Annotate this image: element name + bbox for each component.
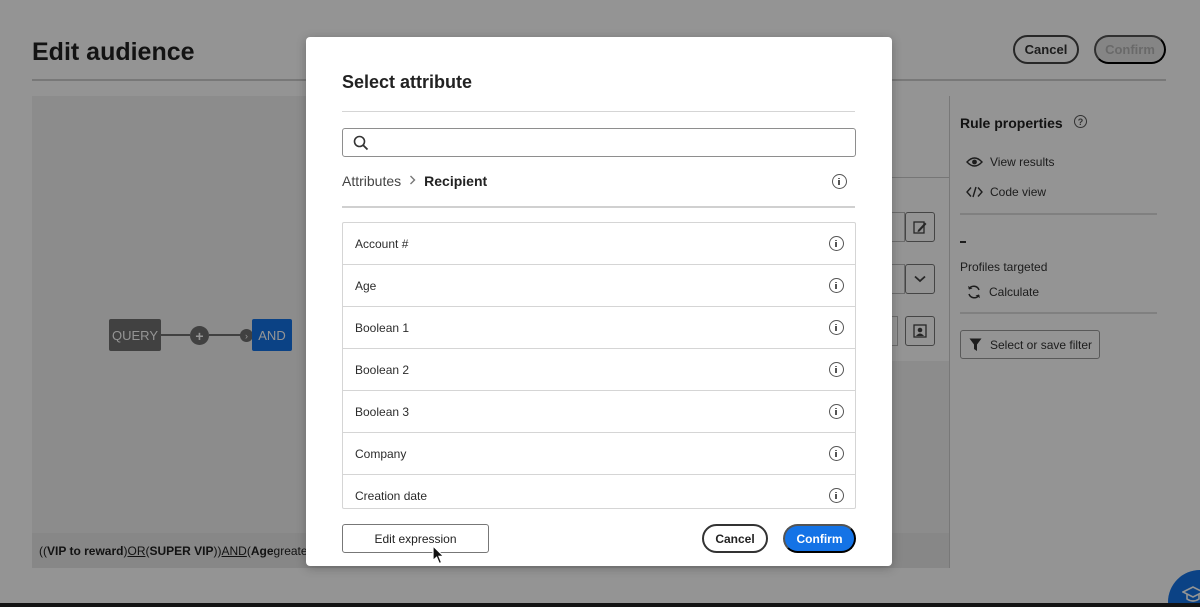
list-item-creation-date[interactable]: Creation date xyxy=(343,475,855,508)
info-icon[interactable] xyxy=(829,404,844,419)
breadcrumb-root[interactable]: Attributes xyxy=(342,173,401,189)
attribute-search[interactable] xyxy=(342,128,856,157)
list-item-boolean-3[interactable]: Boolean 3 xyxy=(343,391,855,433)
attribute-label: Boolean 3 xyxy=(355,404,410,419)
search-icon xyxy=(353,135,369,151)
info-icon[interactable] xyxy=(829,362,844,377)
dialog-confirm-button[interactable]: Confirm xyxy=(783,524,856,553)
breadcrumb-current: Recipient xyxy=(424,173,488,189)
attribute-label: Creation date xyxy=(355,488,428,503)
attribute-label: Boolean 1 xyxy=(355,320,410,335)
info-icon[interactable] xyxy=(829,320,844,335)
attribute-label: Company xyxy=(355,446,407,461)
search-input[interactable] xyxy=(377,133,847,153)
dialog-cancel-button[interactable]: Cancel xyxy=(702,524,768,553)
chevron-right-icon xyxy=(409,174,416,188)
select-attribute-dialog: Select attribute Attributes Recipient Ac… xyxy=(306,37,892,566)
attribute-label: Boolean 2 xyxy=(355,362,410,377)
dialog-title: Select attribute xyxy=(342,72,473,92)
list-item-account[interactable]: Account # xyxy=(343,223,855,265)
info-icon xyxy=(832,174,847,189)
breadcrumb: Attributes Recipient xyxy=(342,173,487,189)
info-icon[interactable] xyxy=(829,278,844,293)
mouse-cursor-icon xyxy=(432,545,446,565)
dialog-title-divider xyxy=(342,111,855,112)
list-item-boolean-1[interactable]: Boolean 1 xyxy=(343,307,855,349)
list-item-age[interactable]: Age xyxy=(343,265,855,307)
info-icon[interactable] xyxy=(829,488,844,503)
breadcrumb-info-icon[interactable] xyxy=(832,174,847,189)
attribute-label: Age xyxy=(355,278,377,293)
edit-expression-button[interactable]: Edit expression xyxy=(342,524,489,553)
list-item-company[interactable]: Company xyxy=(343,433,855,475)
info-icon[interactable] xyxy=(829,446,844,461)
attribute-label: Account # xyxy=(355,236,409,251)
breadcrumb-divider xyxy=(342,206,855,208)
list-item-boolean-2[interactable]: Boolean 2 xyxy=(343,349,855,391)
attribute-list: Account # Age Boolean 1 Boolean 2 Boolea… xyxy=(342,222,856,509)
info-icon[interactable] xyxy=(829,236,844,251)
